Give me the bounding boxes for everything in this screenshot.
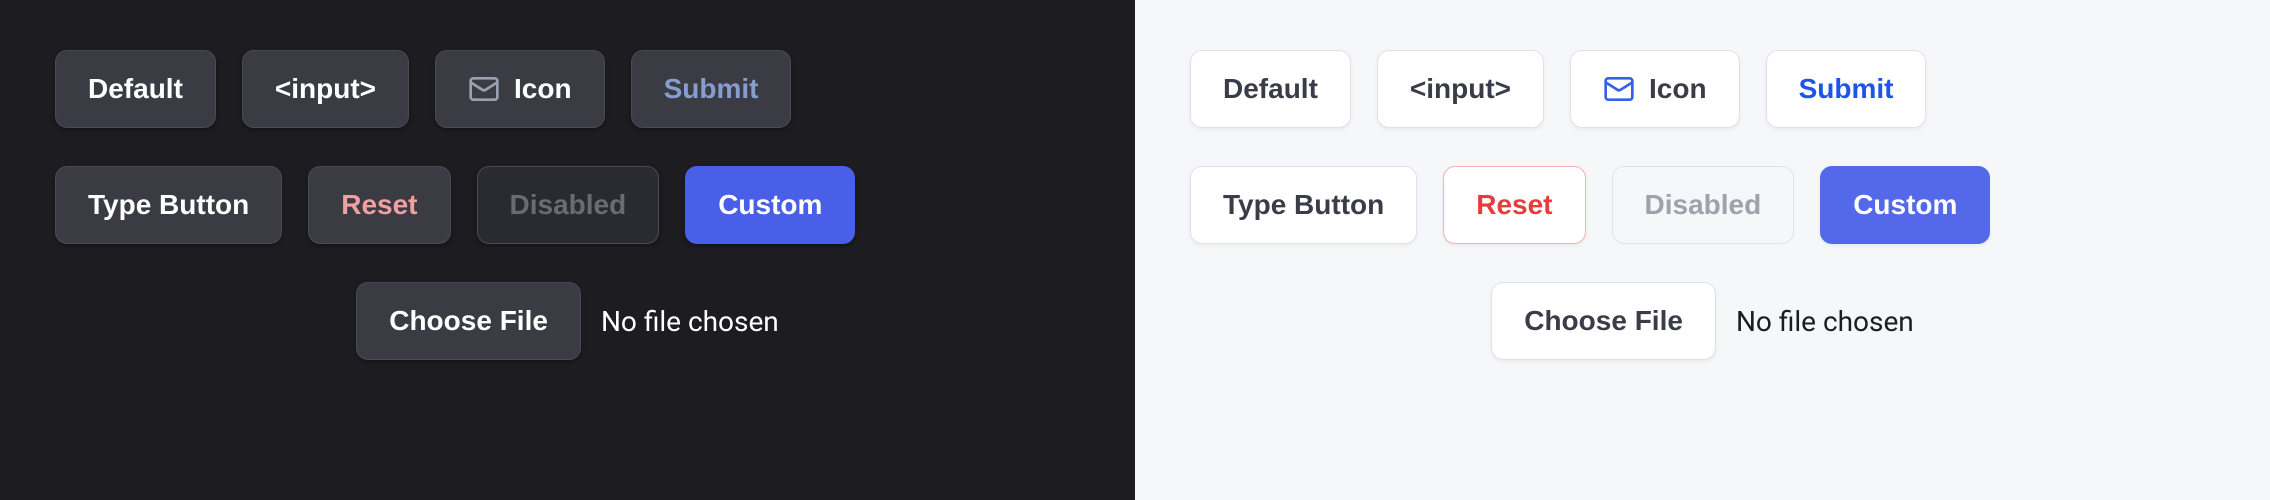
reset-button[interactable]: Reset [1443, 166, 1585, 244]
disabled-button: Disabled [1612, 166, 1795, 244]
button-row-2: Type Button Reset Disabled Custom [1190, 166, 2215, 244]
button-row-3: Choose File No file chosen [1190, 282, 2215, 360]
button-label: Disabled [510, 189, 627, 221]
button-label: Submit [664, 73, 759, 105]
button-row-1: Default <input> Icon Submit [1190, 50, 2215, 128]
file-input-group: Choose File No file chosen [1491, 282, 1914, 360]
button-label: Default [88, 73, 183, 105]
file-input-group: Choose File No file chosen [356, 282, 779, 360]
button-row-3: Choose File No file chosen [55, 282, 1080, 360]
button-label: Reset [1476, 189, 1552, 221]
button-label: Custom [1853, 189, 1957, 221]
button-label: Reset [341, 189, 417, 221]
button-label: Choose File [389, 305, 548, 337]
button-label: Type Button [88, 189, 249, 221]
type-button[interactable]: Type Button [55, 166, 282, 244]
custom-button[interactable]: Custom [1820, 166, 1990, 244]
button-label: Submit [1799, 73, 1894, 105]
button-row-2: Type Button Reset Disabled Custom [55, 166, 1080, 244]
choose-file-button[interactable]: Choose File [1491, 282, 1716, 360]
input-button[interactable]: <input> [242, 50, 409, 128]
type-button[interactable]: Type Button [1190, 166, 1417, 244]
button-label: Icon [514, 73, 572, 105]
button-label: <input> [275, 73, 376, 105]
file-status-label: No file chosen [1736, 305, 1914, 338]
custom-button[interactable]: Custom [685, 166, 855, 244]
choose-file-button[interactable]: Choose File [356, 282, 581, 360]
file-status-label: No file chosen [601, 305, 779, 338]
default-button[interactable]: Default [55, 50, 216, 128]
button-label: Type Button [1223, 189, 1384, 221]
button-label: Choose File [1524, 305, 1683, 337]
icon-button[interactable]: Icon [435, 50, 605, 128]
dark-panel: Default <input> Icon Submit Type Button … [0, 0, 1135, 500]
disabled-button: Disabled [477, 166, 660, 244]
button-label: <input> [1410, 73, 1511, 105]
input-button[interactable]: <input> [1377, 50, 1544, 128]
submit-button[interactable]: Submit [631, 50, 792, 128]
default-button[interactable]: Default [1190, 50, 1351, 128]
button-label: Default [1223, 73, 1318, 105]
reset-button[interactable]: Reset [308, 166, 450, 244]
button-label: Disabled [1645, 189, 1762, 221]
submit-button[interactable]: Submit [1766, 50, 1927, 128]
button-label: Custom [718, 189, 822, 221]
envelope-icon [468, 73, 500, 105]
envelope-icon [1603, 73, 1635, 105]
icon-button[interactable]: Icon [1570, 50, 1740, 128]
light-panel: Default <input> Icon Submit Type Button … [1135, 0, 2270, 500]
button-row-1: Default <input> Icon Submit [55, 50, 1080, 128]
button-label: Icon [1649, 73, 1707, 105]
